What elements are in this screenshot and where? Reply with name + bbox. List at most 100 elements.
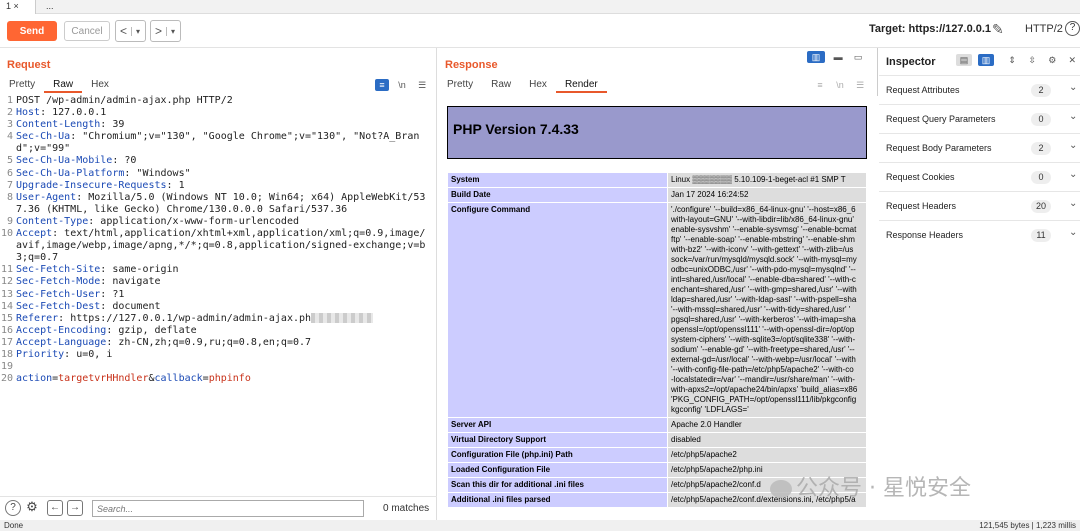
phpinfo-key: Server API bbox=[447, 417, 668, 433]
wrap-lines-icon[interactable]: ≡ bbox=[375, 79, 389, 91]
inspector-section-label: Request Query Parameters bbox=[886, 114, 996, 124]
forward-icon[interactable]: > bbox=[151, 24, 166, 38]
status-bar: Done 121,545 bytes | 1,223 millis bbox=[0, 520, 1080, 531]
search-next-icon[interactable]: → bbox=[67, 500, 83, 516]
response-wrap-icon[interactable]: ≡ bbox=[813, 79, 827, 91]
http-version-label[interactable]: HTTP/2 bbox=[1025, 23, 1063, 35]
request-line: 6 Sec-Ch-Ua-Platform: "Windows" bbox=[0, 168, 436, 180]
header-value: document bbox=[106, 300, 161, 312]
phpinfo-value: disabled bbox=[667, 432, 867, 448]
layout-horizontal-icon[interactable]: ▬ bbox=[831, 51, 845, 63]
phpinfo-row: System Linux ▒▒▒▒▒▒▒ 5.10.109-1-beget-acl… bbox=[447, 172, 867, 188]
phpinfo-value-line: -localstatedir=/var' '--mandir=/usr/shar… bbox=[671, 375, 855, 384]
phpinfo-value-line: '--with-mssql=shared,/usr' '--with-tidy=… bbox=[671, 305, 851, 314]
request-line: 20 action=targetvrHHndler&callback=phpinf… bbox=[0, 373, 436, 385]
forward-nav-group[interactable]: > ▾ bbox=[150, 20, 181, 42]
chevron-down-icon[interactable]: ⌄ bbox=[1069, 169, 1077, 180]
request-line: 2 Host: 127.0.0.1 bbox=[0, 107, 436, 119]
response-tab-render[interactable]: Render bbox=[555, 79, 607, 93]
request-tab-hex[interactable]: Hex bbox=[82, 79, 118, 93]
header-name: Sec-Ch-Ua-Platform bbox=[16, 167, 125, 179]
status-text: Done bbox=[4, 521, 24, 530]
request-line: 4 Sec-Ch-Ua: "Chromium";v="130", "Google … bbox=[0, 131, 436, 155]
response-tab-hex[interactable]: Hex bbox=[520, 79, 556, 93]
response-tab-pretty[interactable]: Pretty bbox=[438, 79, 482, 93]
expand-icon[interactable]: ⇕ bbox=[1005, 54, 1019, 66]
chevron-down-icon[interactable]: ⌄ bbox=[1069, 140, 1077, 151]
line-text: Accept: text/html,application/xhtml+xml,… bbox=[16, 228, 426, 264]
inspector-pane: Inspector ▤ ▥ ⇕ ⇳ ⚙ ✕ Request Attributes… bbox=[879, 48, 1080, 520]
phpinfo-value: /etc/php5/apache2 bbox=[667, 447, 867, 463]
line-number: 13 bbox=[0, 288, 13, 300]
collapse-icon[interactable]: ⇳ bbox=[1025, 54, 1039, 66]
cancel-button[interactable]: Cancel bbox=[64, 21, 110, 41]
close-icon[interactable]: ✕ bbox=[1065, 54, 1079, 66]
line-text: Sec-Fetch-Site: same-origin bbox=[16, 264, 179, 276]
inspector-layout-a-icon[interactable]: ▤ bbox=[956, 54, 972, 66]
inspector-layout-b-icon[interactable]: ▥ bbox=[978, 54, 995, 66]
inspector-section-request-query-parameters[interactable]: Request Query Parameters 0 ⌄ bbox=[879, 104, 1080, 133]
repeater-tab-more[interactable]: ... bbox=[40, 0, 70, 14]
request-line: 9 Content-Type: application/x-www-form-ur… bbox=[0, 216, 436, 228]
chevron-down-icon[interactable]: ⌄ bbox=[1069, 198, 1077, 209]
line-text: Sec-Fetch-Mode: navigate bbox=[16, 276, 161, 288]
request-line: 8 User-Agent: Mozilla/5.0 (Windows NT 10.… bbox=[0, 192, 436, 216]
layout-split-icon[interactable]: ▥ bbox=[807, 51, 825, 63]
chevron-down-icon[interactable]: ⌄ bbox=[1069, 227, 1077, 238]
request-line: 1 POST /wp-admin/admin-ajax.php HTTP/2 bbox=[0, 95, 436, 107]
help-circle-icon[interactable]: ? bbox=[5, 500, 21, 516]
response-tab-raw[interactable]: Raw bbox=[482, 79, 520, 93]
forward-dropdown-icon[interactable]: ▾ bbox=[166, 26, 179, 36]
header-name: Sec-Fetch-User bbox=[16, 288, 101, 300]
phpinfo-key: Scan this dir for additional .ini files bbox=[447, 477, 668, 493]
request-tab-raw[interactable]: Raw bbox=[44, 79, 83, 93]
phpinfo-value-line: Jan 17 2024 16:24:52 bbox=[671, 190, 749, 199]
request-line: 5 Sec-Ch-Ua-Mobile: ?0 bbox=[0, 155, 436, 167]
line-text: Upgrade-Insecure-Requests: 1 bbox=[16, 179, 185, 191]
request-line: 11 Sec-Fetch-Site: same-origin bbox=[0, 264, 436, 276]
phpinfo-row: Virtual Directory Support disabled bbox=[447, 432, 867, 448]
send-button[interactable]: Send bbox=[7, 21, 57, 41]
response-newline-icon[interactable]: \n bbox=[833, 79, 847, 91]
settings-gear-icon[interactable]: ⚙ bbox=[24, 500, 40, 516]
help-icon[interactable]: ? bbox=[1065, 21, 1080, 36]
request-tab-pretty[interactable]: Pretty bbox=[0, 79, 44, 93]
inspector-settings-icon[interactable]: ⚙ bbox=[1045, 54, 1059, 66]
phpinfo-value-line: odbc=unixODBC,/usr' '--with-pdo-mysql=my… bbox=[671, 265, 856, 274]
header-name: Host bbox=[16, 107, 41, 119]
request-view-options: ≡ \n ☰ bbox=[372, 79, 429, 91]
inspector-section-response-headers[interactable]: Response Headers 11 ⌄ bbox=[879, 220, 1080, 249]
header-name: Accept-Encoding bbox=[16, 324, 107, 336]
phpinfo-value-line: sodium' '--enable-gd' '--with-freetype=s… bbox=[671, 345, 855, 354]
header-name: Sec-Fetch-Mode bbox=[16, 276, 101, 288]
count-badge: 2 bbox=[1031, 142, 1051, 155]
chevron-down-icon[interactable]: ⌄ bbox=[1069, 111, 1077, 122]
request-editor[interactable]: 1 POST /wp-admin/admin-ajax.php HTTP/2 2 Ho… bbox=[0, 95, 436, 495]
newline-toggle-icon[interactable]: \n bbox=[395, 79, 409, 91]
phpinfo-value: './configure' '--build=x86_64-linux-gnu'… bbox=[667, 202, 867, 418]
layout-single-icon[interactable]: ▭ bbox=[851, 51, 865, 63]
request-menu-icon[interactable]: ☰ bbox=[415, 79, 429, 91]
search-input[interactable] bbox=[92, 500, 364, 517]
inspector-section-request-body-parameters[interactable]: Request Body Parameters 2 ⌄ bbox=[879, 133, 1080, 162]
edit-target-pencil-icon[interactable]: ✎ bbox=[992, 21, 1004, 38]
line-text: Accept-Language: zh-CN,zh;q=0.9,ru;q=0.8… bbox=[16, 336, 312, 348]
back-nav-group[interactable]: < ▾ bbox=[115, 20, 146, 42]
render-view[interactable]: PHP Version 7.4.33 System Linux ▒▒▒▒▒▒▒ 5… bbox=[438, 96, 878, 520]
line-text: Sec-Fetch-User: ?1 bbox=[16, 288, 125, 300]
header-value: application/x-www-form-urlencoded bbox=[94, 215, 299, 227]
inspector-section-request-attributes[interactable]: Request Attributes 2 ⌄ bbox=[879, 75, 1080, 104]
back-icon[interactable]: < bbox=[116, 24, 131, 38]
phpinfo-value-line: pgsql=shared,/usr' '--with-kerberos' '--… bbox=[671, 315, 856, 324]
search-prev-icon[interactable]: ← bbox=[47, 500, 63, 516]
response-menu-icon[interactable]: ☰ bbox=[853, 79, 867, 91]
inspector-title: Inspector bbox=[886, 56, 936, 68]
count-badge: 11 bbox=[1031, 229, 1051, 242]
layout-toggle-group: ▥ ▬ ▭ bbox=[804, 51, 865, 63]
line-number: 3 bbox=[6, 119, 13, 131]
back-dropdown-icon[interactable]: ▾ bbox=[131, 26, 144, 36]
inspector-section-request-cookies[interactable]: Request Cookies 0 ⌄ bbox=[879, 162, 1080, 191]
repeater-tab-1[interactable]: 1 × bbox=[0, 0, 36, 14]
chevron-down-icon[interactable]: ⌄ bbox=[1069, 82, 1077, 93]
inspector-section-request-headers[interactable]: Request Headers 20 ⌄ bbox=[879, 191, 1080, 220]
